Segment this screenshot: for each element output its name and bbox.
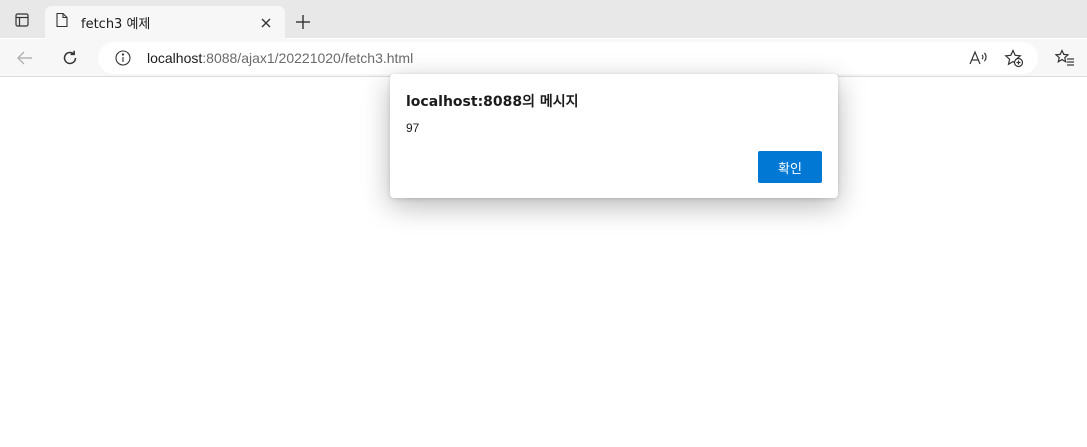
- new-tab-button[interactable]: [290, 9, 316, 35]
- favorite-add-button[interactable]: [1004, 49, 1024, 73]
- tab-actions-button[interactable]: [6, 7, 38, 37]
- back-button[interactable]: [10, 43, 40, 73]
- back-arrow-icon: [17, 51, 32, 65]
- tab-actions-icon: [14, 12, 30, 33]
- favorites-button[interactable]: [1050, 43, 1080, 73]
- page-icon: [55, 12, 69, 33]
- url-host: localhost: [147, 50, 203, 66]
- address-url[interactable]: localhost:8088/ajax1/20221020/fetch3.htm…: [147, 50, 413, 66]
- alert-dialog: localhost:8088의 메시지 97 확인: [390, 74, 838, 198]
- read-aloud-button[interactable]: [968, 49, 988, 72]
- plus-icon: [296, 15, 310, 29]
- info-icon[interactable]: [115, 50, 131, 71]
- refresh-icon: [63, 50, 77, 65]
- favorites-list-icon: [1055, 49, 1074, 66]
- refresh-button[interactable]: [55, 43, 85, 73]
- url-path: :8088/ajax1/20221020/fetch3.html: [202, 50, 414, 66]
- dialog-message: 97: [406, 121, 420, 135]
- browser-toolbar: localhost:8088/ajax1/20221020/fetch3.htm…: [0, 39, 1087, 77]
- tab-strip: fetch3 예제: [0, 0, 1087, 39]
- dialog-title: localhost:8088의 메시지: [406, 94, 579, 110]
- favorite-add-icon: [1004, 49, 1024, 68]
- tab-active[interactable]: fetch3 예제: [45, 6, 285, 39]
- tab-close-button[interactable]: [255, 12, 277, 34]
- tab-title: fetch3 예제: [81, 17, 151, 32]
- read-aloud-icon: [969, 50, 987, 65]
- close-icon: [261, 18, 271, 27]
- address-bar[interactable]: localhost:8088/ajax1/20221020/fetch3.htm…: [98, 42, 1038, 74]
- dialog-ok-button[interactable]: 확인: [758, 151, 822, 183]
